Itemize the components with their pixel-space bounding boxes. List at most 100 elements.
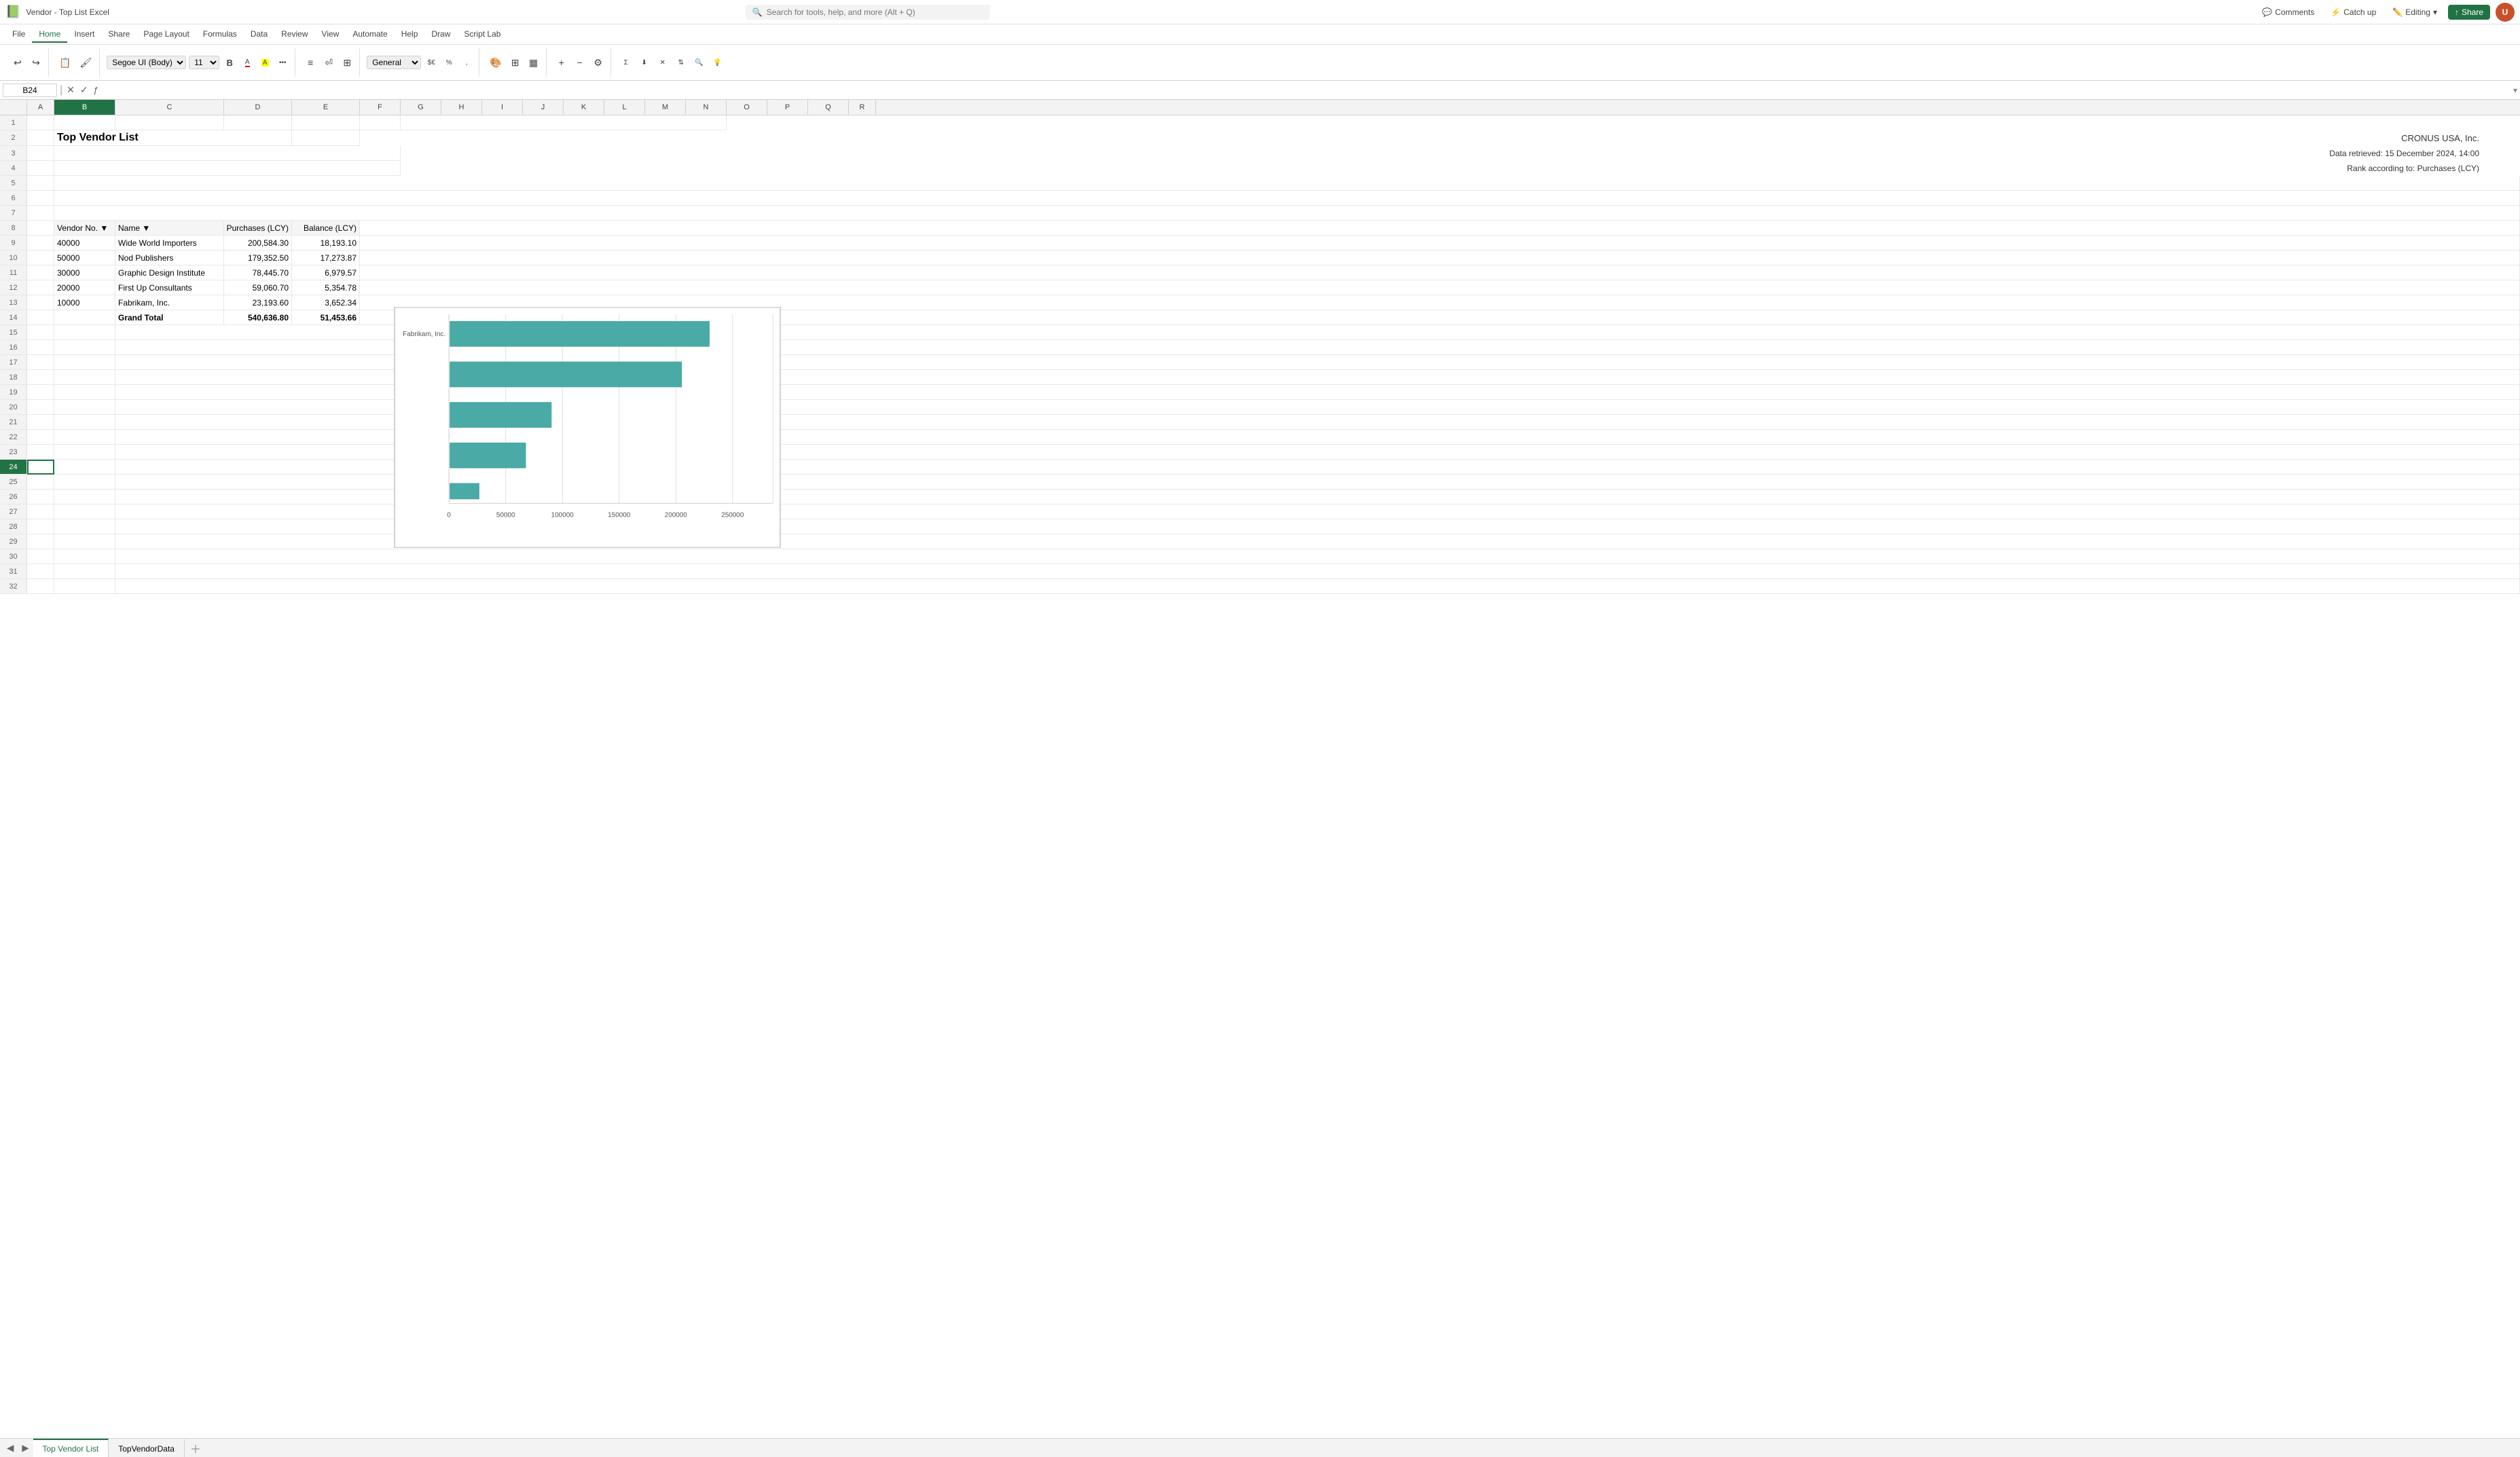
wrap-text-button[interactable]: ⏎ xyxy=(321,56,337,69)
col-header-M[interactable]: M xyxy=(645,100,686,115)
cell-rest-11[interactable] xyxy=(360,265,2520,280)
cell-purchases-13[interactable]: 23,193.60 xyxy=(224,295,292,310)
conditional-format-button[interactable]: 🎨 xyxy=(486,56,505,69)
highlight-button[interactable]: A xyxy=(257,58,273,68)
formula-input[interactable] xyxy=(103,86,2510,95)
tab-home[interactable]: Home xyxy=(32,26,67,43)
cell-A19[interactable] xyxy=(27,385,54,400)
cell-balance-9[interactable]: 18,193.10 xyxy=(292,236,360,251)
cell-balance-11[interactable]: 6,979.57 xyxy=(292,265,360,280)
share-button[interactable]: ↑ Share xyxy=(2448,5,2490,20)
cell-B17[interactable] xyxy=(54,355,115,370)
expand-formula-icon[interactable]: ▾ xyxy=(2513,86,2517,95)
cell-B31[interactable] xyxy=(54,564,115,579)
format-cells-button[interactable]: ⚙ xyxy=(590,56,606,69)
tab-help[interactable]: Help xyxy=(395,26,425,43)
header-purchases[interactable]: Purchases (LCY) xyxy=(224,221,292,236)
cell-D1[interactable] xyxy=(224,115,292,130)
fill-button[interactable]: ⬇ xyxy=(636,58,653,68)
cell-E1[interactable] xyxy=(292,115,360,130)
cell-rest-9[interactable] xyxy=(360,236,2520,251)
cancel-formula-icon[interactable]: ✕ xyxy=(65,84,76,96)
cell-styles-button[interactable]: ▦ xyxy=(526,56,542,69)
cell-grand-total-balance[interactable]: 51,453.66 xyxy=(292,310,360,325)
header-vendor-no[interactable]: Vendor No. ▼ xyxy=(54,221,115,236)
insert-function-icon[interactable]: ƒ xyxy=(92,85,100,95)
redo-button[interactable]: ↪ xyxy=(28,56,44,69)
cell-balance-13[interactable]: 3,652.34 xyxy=(292,295,360,310)
cell-B21[interactable] xyxy=(54,415,115,430)
cell-vendor-no-11[interactable]: 30000 xyxy=(54,265,115,280)
header-name[interactable]: Name ▼ xyxy=(115,221,224,236)
cell-title[interactable]: Top Vendor List xyxy=(54,130,292,146)
cell-A15[interactable] xyxy=(27,325,54,340)
copy-button[interactable]: 📋 xyxy=(56,56,74,69)
cell-A14[interactable] xyxy=(27,310,54,325)
format-painter-button[interactable]: 🖌 xyxy=(76,56,95,69)
cell-F1[interactable] xyxy=(360,115,401,130)
font-family-select[interactable]: Segoe UI (Body) xyxy=(107,56,186,69)
comments-button[interactable]: 💬 Comments xyxy=(2257,5,2320,19)
font-color-button[interactable]: A xyxy=(239,57,255,69)
col-header-K[interactable]: K xyxy=(564,100,604,115)
sheet-tab-top-vendor-list[interactable]: Top Vendor List xyxy=(33,1439,109,1457)
currency-button[interactable]: $€ xyxy=(423,58,439,68)
cell-B1[interactable] xyxy=(54,115,115,130)
header-balance[interactable]: Balance (LCY) xyxy=(292,221,360,236)
tab-nav-left[interactable]: ◀ xyxy=(3,1441,18,1455)
cell-A26[interactable] xyxy=(27,490,54,504)
cell-A13[interactable] xyxy=(27,295,54,310)
cell-rest-32[interactable] xyxy=(115,579,2520,594)
percent-button[interactable]: % xyxy=(441,58,457,68)
sort-filter-button[interactable]: ⇅ xyxy=(673,58,689,68)
col-header-F[interactable]: F xyxy=(360,100,401,115)
cell-B28[interactable] xyxy=(54,519,115,534)
cell-vendor-no-12[interactable]: 20000 xyxy=(54,280,115,295)
cell-A21[interactable] xyxy=(27,415,54,430)
cell-A25[interactable] xyxy=(27,475,54,490)
cell-B15[interactable] xyxy=(54,325,115,340)
cell-vendor-no-9[interactable]: 40000 xyxy=(54,236,115,251)
col-header-B[interactable]: B xyxy=(54,100,115,115)
tab-file[interactable]: File xyxy=(5,26,32,43)
ideas-button[interactable]: 💡 xyxy=(710,58,726,68)
confirm-formula-icon[interactable]: ✓ xyxy=(79,84,90,96)
cell-name-12[interactable]: First Up Consultants xyxy=(115,280,224,295)
cell-rest-6[interactable] xyxy=(54,191,2520,206)
cell-B18[interactable] xyxy=(54,370,115,385)
cell-rest-7[interactable] xyxy=(54,206,2520,221)
comma-button[interactable]: , xyxy=(458,58,475,68)
sheet-tab-top-vendor-data[interactable]: TopVendorData xyxy=(109,1439,185,1457)
cell-A20[interactable] xyxy=(27,400,54,415)
find-button[interactable]: 🔍 xyxy=(691,58,708,68)
cell-A10[interactable] xyxy=(27,251,54,265)
col-header-E[interactable]: E xyxy=(292,100,360,115)
delete-cells-button[interactable]: − xyxy=(572,56,588,69)
tab-insert[interactable]: Insert xyxy=(67,26,101,43)
catchup-button[interactable]: ⚡ Catch up xyxy=(2325,5,2381,19)
cell-A6[interactable] xyxy=(27,191,54,206)
tab-formulas[interactable]: Formulas xyxy=(196,26,244,43)
cell-B25[interactable] xyxy=(54,475,115,490)
cell-A5[interactable] xyxy=(27,176,54,191)
search-box[interactable]: 🔍 xyxy=(746,5,990,20)
format-table-button[interactable]: ⊞ xyxy=(507,56,524,69)
cell-balance-12[interactable]: 5,354.78 xyxy=(292,280,360,295)
cell-rest-31[interactable] xyxy=(115,564,2520,579)
cell-vendor-no-13[interactable]: 10000 xyxy=(54,295,115,310)
bold-button[interactable]: B xyxy=(221,56,238,69)
col-header-N[interactable]: N xyxy=(686,100,727,115)
cell-A30[interactable] xyxy=(27,549,54,564)
cell-name-9[interactable]: Wide World Importers xyxy=(115,236,224,251)
cell-A16[interactable] xyxy=(27,340,54,355)
col-header-P[interactable]: P xyxy=(767,100,808,115)
cell-A22[interactable] xyxy=(27,430,54,445)
cell-name-10[interactable]: Nod Publishers xyxy=(115,251,224,265)
cell-A17[interactable] xyxy=(27,355,54,370)
cell-A11[interactable] xyxy=(27,265,54,280)
tab-share[interactable]: Share xyxy=(101,26,136,43)
cell-purchases-11[interactable]: 78,445.70 xyxy=(224,265,292,280)
cell-B23[interactable] xyxy=(54,445,115,460)
tab-review[interactable]: Review xyxy=(274,26,314,43)
insert-cells-button[interactable]: + xyxy=(553,56,570,69)
